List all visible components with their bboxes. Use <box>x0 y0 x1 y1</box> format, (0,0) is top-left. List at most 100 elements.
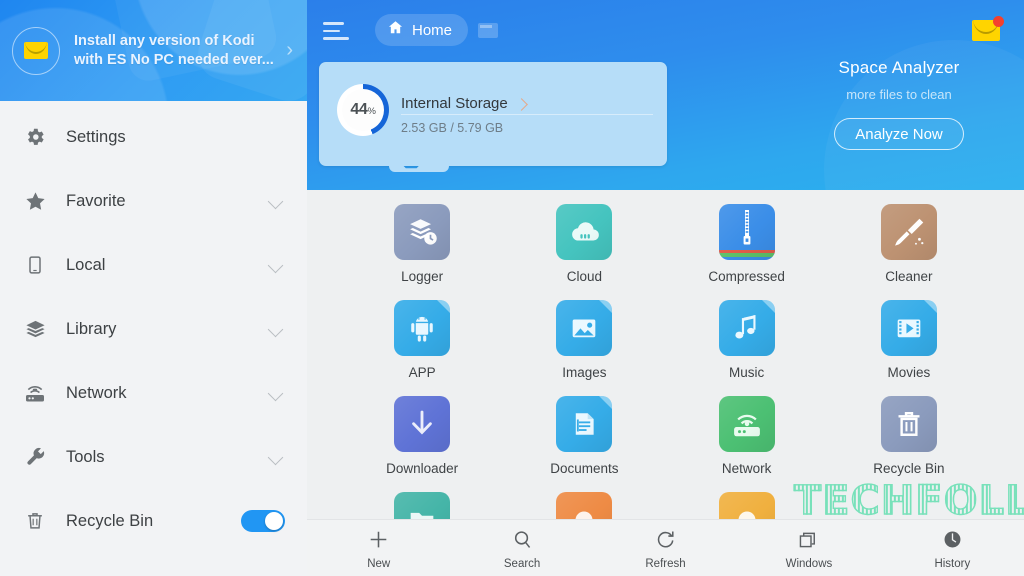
sidebar-item-network[interactable]: Network <box>0 361 307 425</box>
grid-item-label: Movies <box>887 365 931 380</box>
chevron-down-icon[interactable] <box>267 256 285 274</box>
wrench-icon <box>18 446 52 469</box>
grid-item-recycle-bin[interactable]: Recycle Bin <box>828 396 990 492</box>
sidebar-item-favorite[interactable]: Favorite <box>0 169 307 233</box>
mail-envelope-icon <box>12 26 60 75</box>
zip-icon <box>718 204 775 260</box>
music-note-icon <box>718 300 775 356</box>
download-icon <box>394 396 451 452</box>
space-analyzer-subtitle: more files to clean <box>846 87 952 102</box>
bottom-toolbar: New Search Refresh Windows History <box>307 519 1024 576</box>
sidebar-item-tools[interactable]: Tools <box>0 425 307 489</box>
storage-usage-text: 2.53 GB / 5.79 GB <box>401 121 504 135</box>
grid-item-cleaner[interactable]: Cleaner <box>828 204 990 300</box>
sidebar-item-local[interactable]: Local <box>0 233 307 297</box>
toolbar-new-button[interactable]: New <box>307 527 450 570</box>
storage-usage-ring: 44% <box>337 84 389 136</box>
sidebar-item-label: Favorite <box>66 191 126 210</box>
grid-item-label: Recycle Bin <box>873 461 945 476</box>
toolbar-search-button[interactable]: Search <box>450 527 593 570</box>
grid-item-label: Documents <box>550 461 619 476</box>
phone-icon <box>18 255 52 275</box>
space-analyzer-panel: Space Analyzer more files to clean Analy… <box>777 58 1021 150</box>
sidebar-item-label: Tools <box>66 447 105 466</box>
sidebar-item-settings[interactable]: Settings <box>0 105 307 169</box>
storage-title-row[interactable]: Internal Storage <box>401 95 528 112</box>
sidebar-item-recycle-bin[interactable]: Recycle Bin <box>0 489 307 553</box>
sidebar-item-label: Library <box>66 319 117 338</box>
grid-item-label: Images <box>562 365 607 380</box>
document-icon <box>556 396 613 452</box>
sidebar-item-library[interactable]: Library <box>0 297 307 361</box>
grid-item-label: Network <box>721 461 772 476</box>
storage-title: Internal Storage <box>401 95 508 112</box>
main-panel: Home 44% Internal Storage 2.53 GB / 5.79… <box>307 0 1024 576</box>
topbar: Home <box>307 0 1024 60</box>
chevron-right-icon[interactable] <box>516 98 528 110</box>
logger-icon <box>394 204 451 260</box>
storage-percent: 44% <box>350 101 376 118</box>
analyze-now-button[interactable]: Analyze Now <box>834 118 964 150</box>
grid-item-downloader[interactable]: Downloader <box>341 396 503 492</box>
toolbar-windows-button[interactable]: Windows <box>737 527 880 570</box>
chevron-right-icon[interactable]: › <box>280 39 293 62</box>
sidebar-item-label: Network <box>66 383 127 402</box>
grid-item-compressed[interactable]: Compressed <box>666 204 828 300</box>
promo-banner-text: Install any version of Kodi with ES No P… <box>74 32 280 70</box>
grid-item-label: Compressed <box>708 269 785 284</box>
gear-icon <box>18 126 52 148</box>
trash-icon <box>880 396 937 452</box>
chevron-down-icon[interactable] <box>267 320 285 338</box>
toolbar-history-button[interactable]: History <box>881 527 1024 570</box>
toolbar-label: History <box>934 557 971 570</box>
grid-item-label: Music <box>728 365 765 380</box>
windows-stack-icon <box>737 527 880 553</box>
toolbar-label: Refresh <box>645 557 686 570</box>
card-divider <box>401 114 653 115</box>
grid-item-cloud[interactable]: Cloud <box>503 204 665 300</box>
chevron-down-icon[interactable] <box>267 384 285 402</box>
plus-icon <box>307 527 450 553</box>
grid-item-label: Cloud <box>566 269 603 284</box>
promo-line-1: Install any version of Kodi <box>74 32 255 49</box>
trash-icon <box>18 510 52 532</box>
image-icon <box>556 300 613 356</box>
grid-item-music[interactable]: Music <box>666 300 828 396</box>
toolbar-label: New <box>367 557 391 570</box>
promo-banner[interactable]: Install any version of Kodi with ES No P… <box>0 0 307 101</box>
grid-item-label: Cleaner <box>885 269 933 284</box>
chevron-down-icon[interactable] <box>267 192 285 210</box>
space-analyzer-title: Space Analyzer <box>838 58 960 77</box>
star-icon <box>18 190 52 213</box>
grid-item-logger[interactable]: Logger <box>341 204 503 300</box>
sidebar-item-label: Local <box>66 255 106 274</box>
toolbar-refresh-button[interactable]: Refresh <box>594 527 737 570</box>
hamburger-menu-icon[interactable] <box>323 18 353 42</box>
grid-item-movies[interactable]: Movies <box>828 300 990 396</box>
grid-item-label: APP <box>408 365 436 380</box>
search-icon <box>450 527 593 553</box>
refresh-icon <box>594 527 737 553</box>
grid-item-images[interactable]: Images <box>503 300 665 396</box>
broom-icon <box>880 204 937 260</box>
window-tab-icon[interactable] <box>478 22 499 38</box>
grid-item-network[interactable]: Network <box>666 396 828 492</box>
notification-badge <box>993 16 1004 27</box>
breadcrumb-home[interactable]: Home <box>375 14 469 46</box>
toolbar-label: Windows <box>785 557 833 570</box>
android-icon <box>394 300 451 356</box>
grid-item-app[interactable]: APP <box>341 300 503 396</box>
grid-item-label: Logger <box>401 269 444 284</box>
router-icon <box>718 396 775 452</box>
grid-item-documents[interactable]: Documents <box>503 396 665 492</box>
internal-storage-card[interactable]: 44% Internal Storage 2.53 GB / 5.79 GB <box>319 62 667 166</box>
grid-item-label: Downloader <box>386 461 459 476</box>
clock-icon <box>881 527 1024 553</box>
film-icon <box>880 300 937 356</box>
promo-line-2: with ES No PC needed ever... <box>74 51 274 68</box>
router-icon <box>18 381 52 405</box>
header: Home 44% Internal Storage 2.53 GB / 5.79… <box>307 0 1024 190</box>
chevron-down-icon[interactable] <box>267 448 285 466</box>
recycle-bin-toggle[interactable] <box>241 510 285 532</box>
mail-envelope-icon[interactable] <box>972 16 1006 44</box>
